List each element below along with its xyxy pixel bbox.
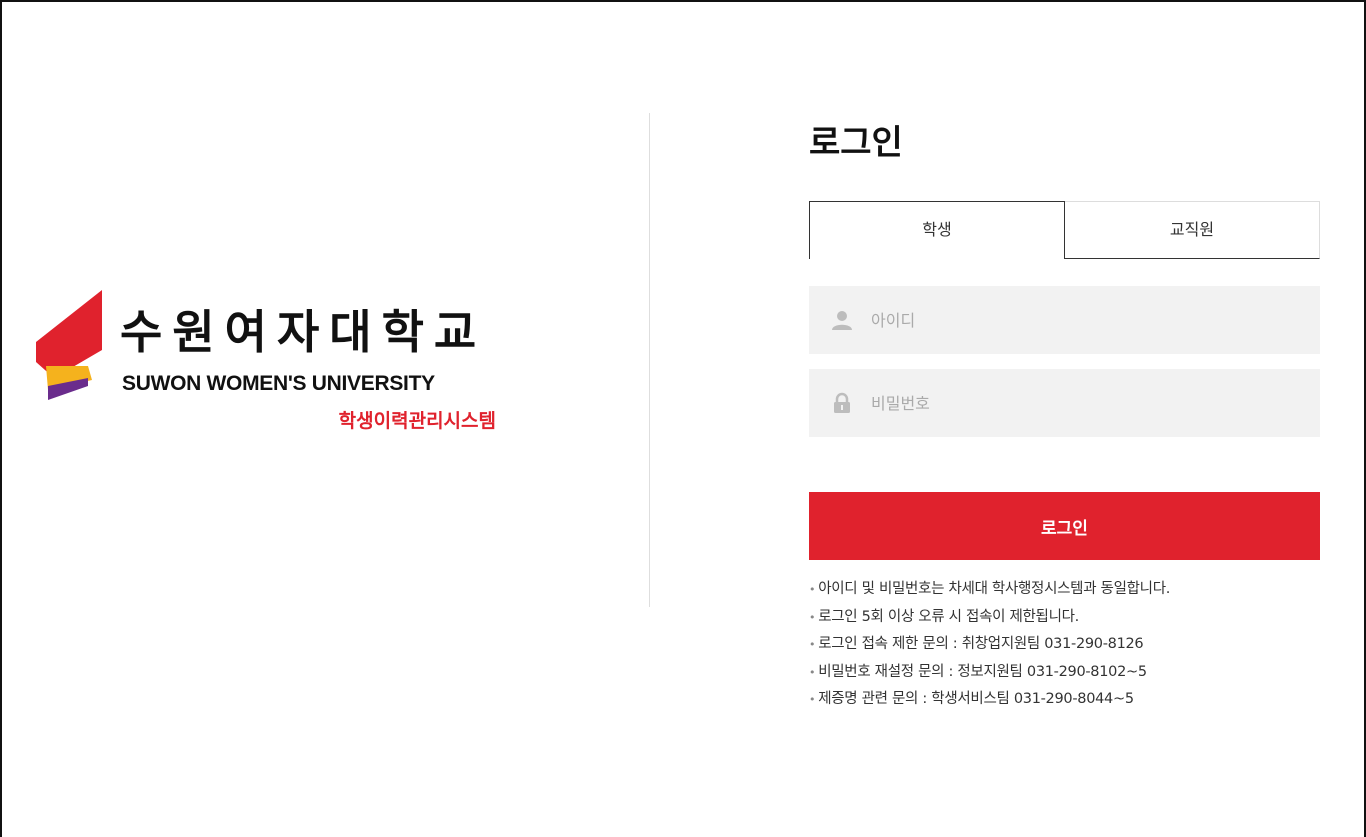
lock-icon (831, 392, 853, 414)
notice-text: 아이디 및 비밀번호는 차세대 학사행정시스템과 동일합니다. (818, 581, 1171, 597)
page-title: 로그인 (809, 123, 903, 163)
vertical-divider (649, 113, 650, 607)
notice-text: 제증명 관련 문의 : 학생서비스팀 031-290-8044~5 (818, 691, 1134, 707)
university-brand: 수원여자대학교 SUWON WOMEN'S UNIVERSITY 학생이력관리시… (36, 290, 496, 440)
password-input[interactable] (871, 393, 1271, 413)
system-name: 학생이력관리시스템 (338, 410, 496, 432)
notice-item: • 비밀번호 재설정 문의 : 정보지원팀 031-290-8102~5 (809, 663, 1147, 680)
notice-item: • 제증명 관련 문의 : 학생서비스팀 031-290-8044~5 (809, 691, 1134, 707)
notice-item: • 로그인 5회 이상 오류 시 접속이 제한됩니다. (809, 608, 1079, 625)
notice-text: 로그인 5회 이상 오류 시 접속이 제한됩니다. (818, 608, 1079, 625)
user-type-tabs: 학생 교직원 (809, 201, 1320, 259)
notice-item: • 아이디 및 비밀번호는 차세대 학사행정시스템과 동일합니다. (809, 581, 1171, 597)
university-name-en: SUWON WOMEN'S UNIVERSITY (122, 372, 435, 395)
login-button[interactable]: 로그인 (809, 492, 1320, 560)
password-field-container (809, 369, 1320, 437)
login-panel: 로그인 학생 교직원 로그인 •아이디 및 비밀번호는 차세대 학사행정시스템과… (809, 118, 1320, 707)
notice-text: 비밀번호 재설정 문의 : 정보지원팀 031-290-8102~5 (818, 663, 1147, 680)
university-name-kr: 수원여자대학교 (120, 305, 487, 359)
notice-item: • 로그인 접속 제한 문의 : 취창업지원팀 031-290-8126 (809, 636, 1144, 652)
notice-text: 로그인 접속 제한 문의 : 취창업지원팀 031-290-8126 (818, 636, 1144, 652)
tab-student[interactable]: 학생 (809, 201, 1065, 259)
id-field-container (809, 286, 1320, 354)
user-icon (831, 309, 853, 331)
university-logo-icon (36, 290, 102, 400)
tab-staff[interactable]: 교직원 (1065, 201, 1320, 259)
id-input[interactable] (871, 310, 1271, 330)
login-notice-list: • 아이디 및 비밀번호는 차세대 학사행정시스템과 동일합니다. • 로그인 5회… (809, 576, 1329, 714)
